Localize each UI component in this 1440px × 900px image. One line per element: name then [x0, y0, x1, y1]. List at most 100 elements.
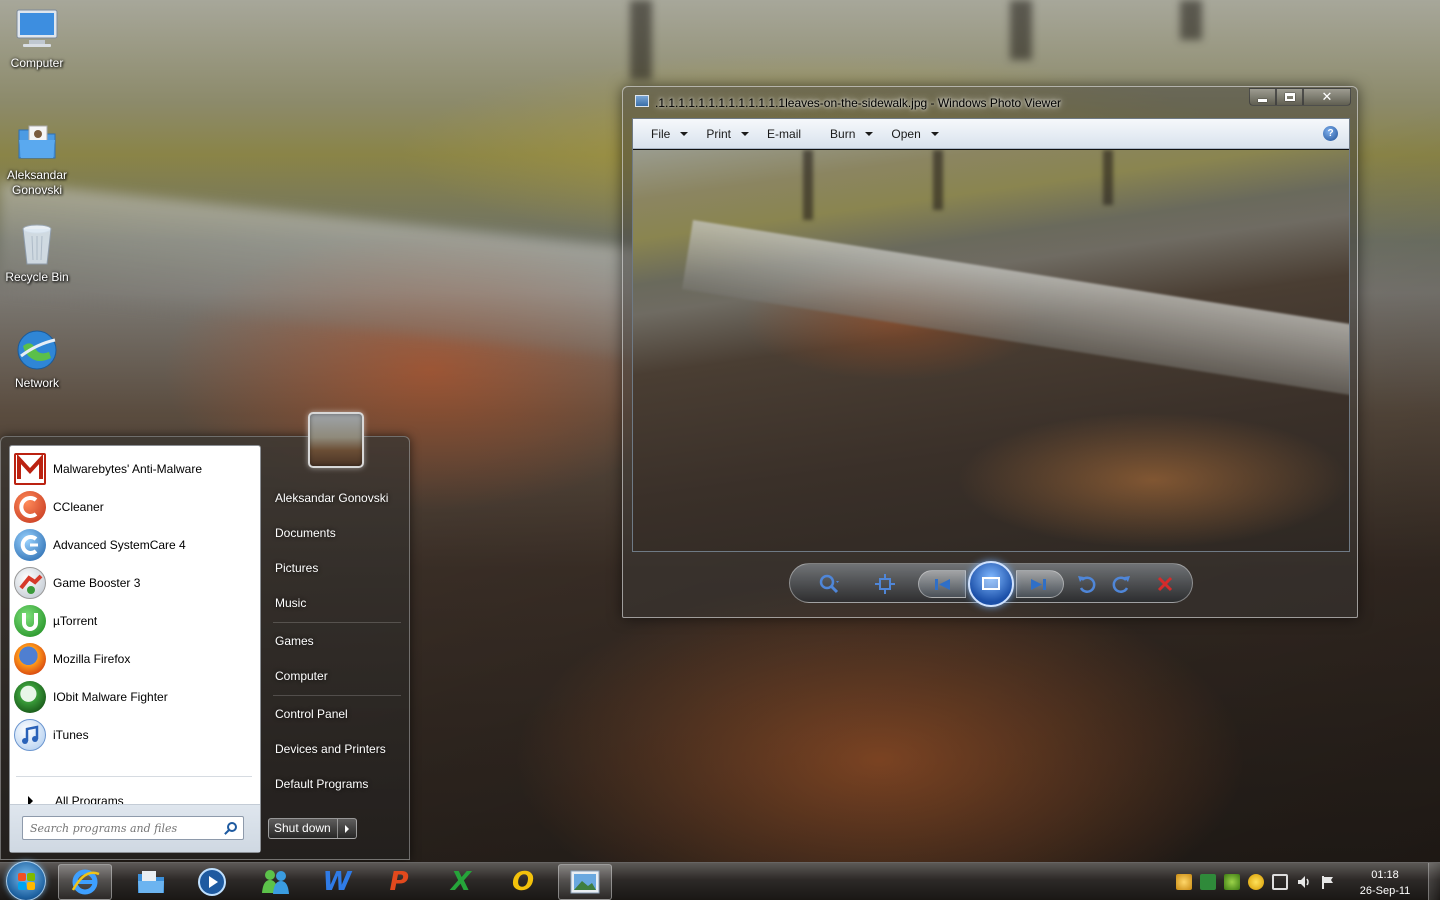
menu-open[interactable]: Open — [891, 127, 939, 141]
desktop-icon-recycle-bin[interactable]: Recycle Bin — [0, 220, 74, 285]
program-utorrent[interactable]: µTorrent — [10, 602, 260, 640]
powerpoint-icon: P — [389, 867, 409, 897]
menu-email[interactable]: E-mail — [767, 127, 801, 141]
tray-volume-icon[interactable] — [1296, 874, 1312, 890]
slide-show-button[interactable] — [968, 561, 1014, 607]
delete-button[interactable] — [1152, 571, 1178, 597]
program-label: Malwarebytes' Anti-Malware — [53, 462, 203, 476]
chevron-right-icon — [344, 824, 349, 833]
firefox-icon — [14, 643, 46, 675]
menu-file[interactable]: File — [651, 127, 689, 141]
help-icon[interactable]: ? — [1323, 126, 1338, 141]
desktop-icon-computer[interactable]: Computer — [0, 6, 74, 71]
taskbar-messenger[interactable] — [248, 864, 302, 900]
close-icon: ✕ — [1321, 89, 1333, 104]
game-booster-icon — [14, 567, 46, 599]
previous-button[interactable] — [918, 570, 966, 598]
program-label: iTunes — [53, 728, 89, 742]
maximize-icon — [1284, 93, 1295, 101]
rotate-counterclockwise-button[interactable] — [1074, 571, 1100, 597]
program-game-booster[interactable]: Game Booster 3 — [10, 564, 260, 602]
recycle-bin-icon — [13, 220, 61, 268]
media-player-icon — [198, 868, 226, 896]
search-icon[interactable] — [227, 822, 237, 832]
zoom-button[interactable] — [816, 571, 842, 597]
start-menu: Malwarebytes' Anti-Malware CCleaner Adva… — [0, 436, 410, 860]
tray-messenger-icon[interactable] — [1248, 874, 1264, 890]
photo-viewer-app-icon — [635, 95, 649, 107]
start-link-default-programs[interactable]: Default Programs — [275, 777, 368, 791]
malwarebytes-icon — [14, 453, 46, 485]
taskbar-clock[interactable]: 01:18 26-Sep-11 — [1344, 867, 1426, 899]
taskbar-outlook[interactable]: O — [496, 864, 550, 900]
start-link-games[interactable]: Games — [275, 634, 314, 648]
photo-image — [633, 150, 1349, 551]
menu-print[interactable]: Print — [706, 127, 750, 141]
start-button[interactable] — [6, 861, 46, 900]
chevron-down-icon — [741, 131, 750, 136]
taskbar-excel[interactable]: X — [434, 864, 488, 900]
slide-show-icon — [982, 577, 1000, 590]
program-itunes[interactable]: iTunes — [10, 716, 260, 754]
start-link-devices-printers[interactable]: Devices and Printers — [275, 742, 386, 756]
tray-network-icon[interactable] — [1272, 874, 1288, 890]
chevron-down-icon — [680, 131, 689, 136]
user-folder-icon — [13, 118, 61, 166]
start-search-input[interactable] — [23, 817, 213, 839]
start-link-documents[interactable]: Documents — [275, 526, 336, 540]
start-link-computer[interactable]: Computer — [275, 669, 328, 683]
shutdown-options-button[interactable] — [338, 819, 356, 838]
start-link-user[interactable]: Aleksandar Gonovski — [275, 491, 388, 505]
program-label: Mozilla Firefox — [53, 652, 131, 666]
tray-security-icon[interactable] — [1176, 874, 1192, 890]
minimize-button[interactable] — [1249, 88, 1276, 106]
desktop-icon-network[interactable]: Network — [0, 326, 74, 391]
folder-icon — [138, 871, 164, 893]
photo-viewer-menubar: File Print E-mail Burn Open ? — [633, 119, 1349, 149]
user-account-picture[interactable] — [308, 412, 364, 468]
program-malwarebytes[interactable]: Malwarebytes' Anti-Malware — [10, 450, 260, 488]
start-link-music[interactable]: Music — [275, 596, 306, 610]
excel-icon: X — [450, 867, 472, 897]
photo-tree-trunk — [933, 150, 943, 210]
show-desktop-button[interactable] — [1428, 863, 1440, 900]
taskbar-media-player[interactable] — [185, 864, 239, 900]
network-icon — [13, 326, 61, 374]
taskbar-windows-explorer[interactable] — [124, 864, 178, 900]
maximize-button[interactable] — [1276, 88, 1303, 106]
next-button[interactable] — [1016, 570, 1064, 598]
tray-nvidia-icon[interactable] — [1224, 874, 1240, 890]
start-link-control-panel[interactable]: Control Panel — [275, 707, 348, 721]
taskbar-internet-explorer[interactable] — [58, 864, 112, 900]
windows-logo-icon — [18, 873, 36, 891]
actual-size-icon — [875, 574, 895, 594]
start-link-pictures[interactable]: Pictures — [275, 561, 318, 575]
desktop-icon-label: Computer — [10, 56, 64, 70]
iobit-malware-fighter-icon — [14, 681, 46, 713]
photo-tree-trunk — [1103, 150, 1113, 205]
program-ccleaner[interactable]: CCleaner — [10, 488, 260, 526]
shutdown-button[interactable]: Shut down — [269, 819, 338, 838]
photo-viewer-title: .1.1.1.1.1.1.1.1.1.1.1.1.1leaves-on-the-… — [655, 96, 1062, 110]
messenger-icon — [262, 870, 289, 894]
desktop-icon-user-folder[interactable]: Aleksandar Gonovski — [0, 118, 74, 198]
desktop-icon-label: Network — [14, 376, 59, 390]
minimize-icon — [1258, 98, 1267, 102]
search-zone — [10, 804, 260, 852]
program-iobit-malware-fighter[interactable]: IObit Malware Fighter — [10, 678, 260, 716]
program-advanced-systemcare[interactable]: Advanced SystemCare 4 — [10, 526, 260, 564]
photo-viewer-titlebar[interactable]: .1.1.1.1.1.1.1.1.1.1.1.1.1leaves-on-the-… — [623, 87, 1357, 117]
actual-size-button[interactable] — [872, 571, 898, 597]
taskbar-photo-viewer[interactable] — [558, 864, 612, 900]
taskbar: W P X O 01:18 26-Sep-11 — [0, 861, 1440, 900]
taskbar-word[interactable]: W — [310, 864, 364, 900]
taskbar-powerpoint[interactable]: P — [372, 864, 426, 900]
close-button[interactable]: ✕ — [1303, 88, 1351, 106]
photo-tree-trunk — [803, 150, 813, 220]
program-firefox[interactable]: Mozilla Firefox — [10, 640, 260, 678]
photo-viewer-window[interactable]: .1.1.1.1.1.1.1.1.1.1.1.1.1leaves-on-the-… — [622, 86, 1358, 618]
rotate-clockwise-button[interactable] — [1108, 571, 1134, 597]
menu-burn[interactable]: Burn — [830, 127, 874, 141]
tray-action-center-icon[interactable] — [1320, 874, 1336, 890]
tray-shield-icon[interactable] — [1200, 874, 1216, 890]
